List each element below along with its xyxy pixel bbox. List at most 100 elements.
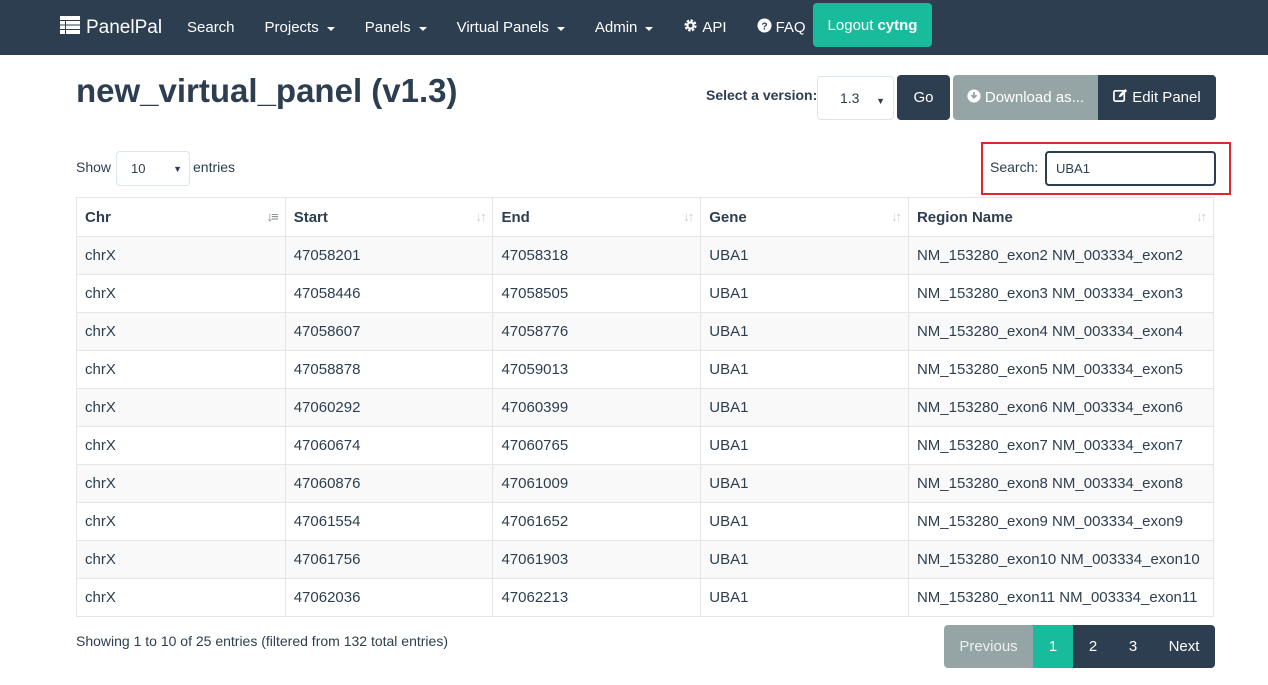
- sort-icon: ↓↑: [890, 209, 902, 224]
- column-header-start[interactable]: Start ↓↑: [284, 197, 494, 237]
- nav-search-label: Search: [187, 19, 235, 36]
- cell-chr: chrX: [76, 236, 286, 275]
- cell-start: 47058201: [284, 236, 494, 275]
- question-circle-icon: ?: [757, 18, 772, 37]
- dropdown-arrow-icon: ▼: [876, 96, 885, 106]
- column-header-region-name[interactable]: Region Name ↓↑: [907, 197, 1215, 237]
- nav-virtual-panels-dropdown[interactable]: Virtual Panels: [442, 0, 580, 55]
- brand-link[interactable]: PanelPal: [60, 0, 162, 55]
- nav-faq[interactable]: ? FAQ: [742, 0, 821, 55]
- page-2-button[interactable]: 2: [1073, 625, 1113, 668]
- cell-start: 47062036: [284, 578, 494, 617]
- caret-down-icon: [326, 26, 335, 31]
- cell-region-name: NM_153280_exon11 NM_003334_exon11: [907, 578, 1215, 617]
- cell-chr: chrX: [76, 350, 286, 389]
- cell-end: 47058318: [492, 236, 702, 275]
- cell-chr: chrX: [76, 464, 286, 503]
- table-icon: [60, 15, 80, 40]
- edit-panel-button[interactable]: Edit Panel: [1098, 75, 1216, 120]
- nav-projects-dropdown[interactable]: Projects: [250, 0, 350, 55]
- page-1-button[interactable]: 1: [1033, 625, 1073, 668]
- page-3-button[interactable]: 3: [1113, 625, 1153, 668]
- download-label: Download as...: [984, 89, 1085, 106]
- sort-ascending-icon: ↓≡: [266, 209, 279, 224]
- table-row: chrX 47058201 47058318 UBA1 NM_153280_exon2 …: [76, 236, 1215, 275]
- logout-label: Logout: [827, 16, 874, 34]
- nav-search[interactable]: Search: [172, 0, 250, 55]
- column-label: Region Name: [916, 208, 1013, 226]
- cell-region-name: NM_153280_exon8 NM_003334_exon8: [907, 464, 1215, 503]
- table-row: chrX 47062036 47062213 UBA1 NM_153280_exon11…: [76, 578, 1215, 617]
- sort-icon: ↓↑: [1196, 209, 1207, 224]
- cell-end: 47058505: [492, 274, 702, 313]
- table-body: chrX 47058201 47058318 UBA1 NM_153280_exon2 …: [76, 236, 1215, 617]
- username: cytng: [877, 16, 918, 34]
- column-label: Gene: [709, 208, 747, 226]
- download-circle-icon: [967, 88, 981, 107]
- nav-panels-label: Panels: [364, 19, 411, 36]
- top-navbar: PanelPal Search Projects Panels Virtual …: [0, 0, 1268, 55]
- nav-api[interactable]: API: [668, 0, 741, 55]
- table-row: chrX 47058878 47059013 UBA1 NM_153280_exon5 …: [76, 350, 1215, 389]
- cell-region-name: NM_153280_exon4 NM_003334_exon4: [907, 312, 1215, 351]
- cell-gene: UBA1: [700, 312, 909, 351]
- cell-chr: chrX: [76, 540, 286, 579]
- table-row: chrX 47058446 47058505 UBA1 NM_153280_exon3 …: [76, 274, 1215, 313]
- svg-text:?: ?: [761, 21, 767, 32]
- cell-gene: UBA1: [700, 578, 909, 617]
- cell-end: 47062213: [492, 578, 702, 617]
- column-label: Chr: [85, 208, 111, 226]
- previous-page-button[interactable]: Previous: [944, 625, 1033, 668]
- cell-gene: UBA1: [700, 236, 909, 275]
- table-row: chrX 47060292 47060399 UBA1 NM_153280_exon6 …: [76, 388, 1215, 427]
- cell-start: 47060292: [284, 388, 494, 427]
- cell-start: 47061554: [284, 502, 494, 541]
- cell-gene: UBA1: [700, 426, 909, 465]
- pagination: Previous 1 2 3 Next: [944, 625, 1215, 668]
- download-button[interactable]: Download as...: [953, 75, 1098, 120]
- caret-down-icon: [556, 26, 565, 31]
- cell-start: 47061756: [284, 540, 494, 579]
- cell-region-name: NM_153280_exon5 NM_003334_exon5: [907, 350, 1215, 389]
- nav-faq-label: FAQ: [775, 19, 806, 36]
- cell-gene: UBA1: [700, 388, 909, 427]
- nav-virtual-panels-label: Virtual Panels: [456, 19, 549, 36]
- column-header-chr[interactable]: Chr ↓≡: [76, 197, 286, 237]
- cell-chr: chrX: [76, 426, 286, 465]
- cell-end: 47060765: [492, 426, 702, 465]
- column-header-end[interactable]: End ↓↑: [492, 197, 702, 237]
- edit-label: Edit Panel: [1132, 89, 1201, 106]
- logout-button[interactable]: Logout cytng: [813, 3, 932, 47]
- caret-down-icon: [645, 26, 654, 31]
- column-label: Start: [293, 208, 328, 226]
- cell-gene: UBA1: [700, 350, 909, 389]
- cell-region-name: NM_153280_exon3 NM_003334_exon3: [907, 274, 1215, 313]
- nav-admin-dropdown[interactable]: Admin: [580, 0, 669, 55]
- cell-end: 47061652: [492, 502, 702, 541]
- cell-end: 47058776: [492, 312, 702, 351]
- nav-projects-label: Projects: [264, 19, 319, 36]
- cell-start: 47060674: [284, 426, 494, 465]
- page-title: new_virtual_panel (v1.3): [76, 72, 458, 109]
- go-button[interactable]: Go: [897, 75, 950, 120]
- cell-end: 47059013: [492, 350, 702, 389]
- search-input[interactable]: [1045, 151, 1216, 186]
- column-header-gene[interactable]: Gene ↓↑: [700, 197, 909, 237]
- cell-chr: chrX: [76, 502, 286, 541]
- cell-gene: UBA1: [700, 502, 909, 541]
- cell-start: 47058446: [284, 274, 494, 313]
- regions-table: Chr ↓≡ Start ↓↑ End ↓↑ Gene ↓↑ Region Name ↓↑…: [76, 197, 1215, 617]
- version-label: Select a version:: [706, 87, 818, 103]
- cell-region-name: NM_153280_exon9 NM_003334_exon9: [907, 502, 1215, 541]
- entries-per-page-select[interactable]: 10 ▼: [116, 151, 190, 186]
- version-select[interactable]: 1.3 ▼: [817, 76, 894, 120]
- sort-icon: ↓↑: [475, 209, 486, 224]
- cell-chr: chrX: [76, 312, 286, 351]
- cell-region-name: NM_153280_exon7 NM_003334_exon7: [907, 426, 1215, 465]
- brand-name: PanelPal: [86, 16, 163, 38]
- next-page-button[interactable]: Next: [1153, 625, 1215, 668]
- version-value: 1.3: [840, 90, 860, 106]
- nav-panels-dropdown[interactable]: Panels: [350, 0, 442, 55]
- cell-chr: chrX: [76, 578, 286, 617]
- edit-icon: [1113, 88, 1128, 107]
